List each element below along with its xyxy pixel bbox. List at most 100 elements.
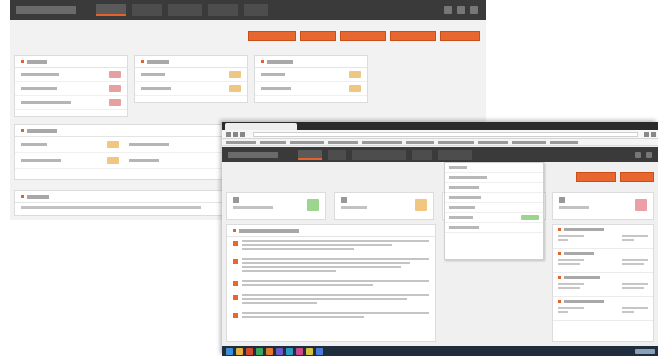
action-button[interactable] xyxy=(576,172,616,182)
action-button[interactable] xyxy=(620,172,654,182)
task-item[interactable] xyxy=(227,277,435,291)
menu-icon[interactable] xyxy=(470,6,478,14)
right-summary-panel xyxy=(552,224,654,342)
bookmark-item[interactable] xyxy=(438,140,474,144)
dropdown-item[interactable] xyxy=(445,183,543,193)
status-badge xyxy=(521,215,539,220)
forward-icon[interactable] xyxy=(233,131,238,137)
bookmark-item[interactable] xyxy=(362,140,402,144)
summary-block[interactable] xyxy=(553,225,653,249)
summary-block[interactable] xyxy=(553,297,653,321)
card-row[interactable] xyxy=(135,68,247,82)
dropdown-item[interactable] xyxy=(445,173,543,183)
dropdown-item[interactable] xyxy=(445,223,543,233)
action-button[interactable] xyxy=(300,31,336,41)
settings-icon[interactable] xyxy=(635,151,641,158)
nav-tab[interactable] xyxy=(352,149,406,160)
star-icon[interactable] xyxy=(644,131,649,137)
folder-icon[interactable] xyxy=(236,347,243,355)
card-row[interactable] xyxy=(135,82,247,96)
app-icon[interactable] xyxy=(286,347,293,355)
dropdown-menu xyxy=(444,162,544,260)
stat-widget[interactable] xyxy=(226,192,326,220)
task-item[interactable] xyxy=(227,237,435,255)
menu-icon[interactable] xyxy=(651,131,656,137)
task-item[interactable] xyxy=(227,291,435,309)
user-icon[interactable] xyxy=(457,6,465,14)
card-row[interactable] xyxy=(15,153,227,169)
card-row[interactable] xyxy=(255,68,367,82)
nav-tab[interactable] xyxy=(96,4,126,16)
app-icon[interactable] xyxy=(256,347,263,355)
dropdown-item-label xyxy=(449,186,479,189)
bookmark-item[interactable] xyxy=(512,140,546,144)
bookmark-item[interactable] xyxy=(328,140,358,144)
top-navigation-bar xyxy=(10,0,486,20)
task-icon xyxy=(233,295,238,300)
app-title[interactable] xyxy=(16,6,76,14)
nav-tab[interactable] xyxy=(328,149,346,160)
card-title-text xyxy=(27,59,47,64)
stat-widget[interactable] xyxy=(334,192,434,220)
warning-icon xyxy=(415,199,427,211)
app-icon[interactable] xyxy=(266,347,273,355)
browser-tab[interactable] xyxy=(225,123,297,130)
action-button[interactable] xyxy=(248,31,296,41)
app-icon[interactable] xyxy=(306,347,313,355)
nav-tab[interactable] xyxy=(208,4,238,16)
bookmark-item[interactable] xyxy=(478,140,508,144)
card-row[interactable] xyxy=(15,137,227,153)
status-badge xyxy=(349,71,361,78)
nav-tab[interactable] xyxy=(438,149,472,160)
start-icon[interactable] xyxy=(226,347,233,355)
check-icon xyxy=(307,199,319,211)
block-right-value xyxy=(622,259,648,261)
action-button[interactable] xyxy=(440,31,480,41)
dropdown-item-label xyxy=(449,216,473,219)
card-row[interactable] xyxy=(255,82,367,96)
dropdown-item[interactable] xyxy=(445,163,543,173)
nav-tab[interactable] xyxy=(168,4,202,16)
status-dot-icon xyxy=(233,229,236,232)
dropdown-item[interactable] xyxy=(445,213,543,223)
nav-tab[interactable] xyxy=(412,149,432,160)
user-icon[interactable] xyxy=(646,151,652,158)
nav-tab[interactable] xyxy=(132,4,162,16)
app-title[interactable] xyxy=(228,151,278,158)
task-item[interactable] xyxy=(227,255,435,277)
back-icon[interactable] xyxy=(226,131,231,137)
task-item[interactable] xyxy=(227,309,435,323)
card-row[interactable] xyxy=(15,82,127,96)
action-button[interactable] xyxy=(390,31,436,41)
task-text xyxy=(242,240,429,242)
address-bar[interactable] xyxy=(253,131,638,137)
action-button[interactable] xyxy=(340,31,386,41)
settings-icon[interactable] xyxy=(444,6,452,14)
system-tray[interactable] xyxy=(635,348,655,354)
card-title-text xyxy=(239,228,299,233)
task-icon xyxy=(233,241,238,246)
reload-icon[interactable] xyxy=(240,131,245,137)
card-row[interactable] xyxy=(15,68,127,82)
bookmark-item[interactable] xyxy=(290,140,324,144)
app-icon[interactable] xyxy=(316,347,323,355)
browser-icon[interactable] xyxy=(246,347,253,355)
card-row[interactable] xyxy=(15,96,127,110)
dropdown-item-label xyxy=(449,196,481,199)
bookmark-item[interactable] xyxy=(550,140,578,144)
app-icon[interactable] xyxy=(276,347,283,355)
dropdown-item[interactable] xyxy=(445,193,543,203)
nav-tab[interactable] xyxy=(298,149,322,160)
summary-block[interactable] xyxy=(553,249,653,273)
summary-block[interactable] xyxy=(553,273,653,297)
bookmark-item[interactable] xyxy=(226,140,256,144)
status-dot-icon xyxy=(558,276,561,279)
row-label xyxy=(21,87,57,90)
app-icon[interactable] xyxy=(296,347,303,355)
dropdown-item[interactable] xyxy=(445,203,543,213)
summary-card xyxy=(254,55,368,103)
bookmark-item[interactable] xyxy=(406,140,434,144)
stat-widget[interactable] xyxy=(552,192,654,220)
bookmark-item[interactable] xyxy=(260,140,286,144)
nav-tab[interactable] xyxy=(244,4,268,16)
